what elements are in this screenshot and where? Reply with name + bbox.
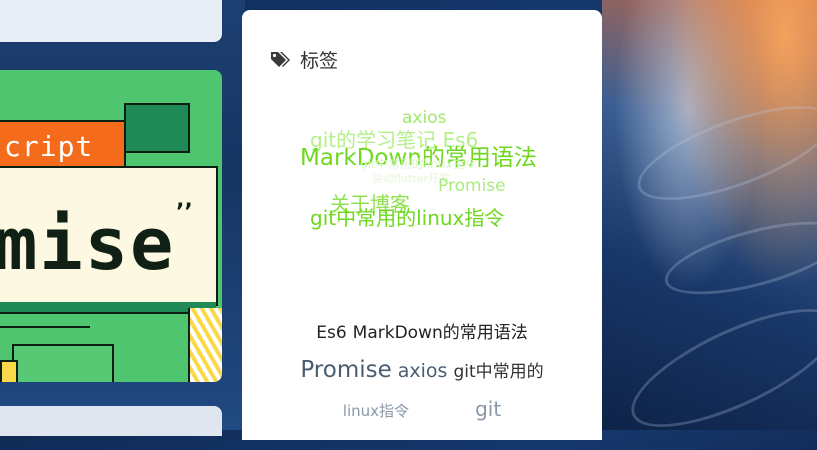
tag-panel: 标签 axios git的学习笔记 Es6 MarkDown的常用语法 git中…: [242, 10, 602, 440]
thumbnail-badge-text: cript: [4, 130, 94, 163]
post-card-top[interactable]: [0, 0, 222, 42]
cloud-word[interactable]: Promise: [438, 176, 506, 196]
tag-row: Promise axios git中常用的: [242, 357, 602, 383]
thumbnail-decor-yellow: [0, 360, 18, 382]
thumbnail-decor-box: [12, 344, 114, 382]
tag-panel-header: 标签: [270, 46, 338, 73]
tag-panel-title: 标签: [300, 50, 339, 72]
thumbnail-decor-rect: [124, 103, 190, 153]
cloud-word[interactable]: git中常用的linux指令: [310, 202, 504, 231]
thumbnail-title-box: mise ’’: [0, 166, 218, 306]
tag-row: linux指令 git: [242, 397, 602, 421]
tag-cloud: axios git的学习笔记 Es6 MarkDown的常用语法 git中常用的…: [242, 100, 602, 240]
background-right: [602, 0, 817, 450]
thumbnail-decor-sunburst: [188, 308, 222, 382]
tag-link[interactable]: Es6: [316, 323, 346, 343]
post-card-bottom[interactable]: [0, 406, 222, 436]
tag-row: Es6 MarkDown的常用语法: [242, 318, 602, 343]
tag-list: Es6 MarkDown的常用语法 Promise axios git中常用的 …: [242, 318, 602, 421]
tag-link[interactable]: git中常用的: [453, 357, 543, 382]
tag-link[interactable]: MarkDown的常用语法: [353, 318, 528, 343]
thumbnail-decor-line: [0, 326, 90, 328]
tag-link[interactable]: Promise: [300, 357, 391, 383]
thumbnail-title-mark: ’’: [176, 200, 193, 225]
tags-icon: [271, 51, 290, 67]
thumbnail-badge: cript: [0, 120, 126, 170]
tag-link[interactable]: linux指令: [343, 400, 409, 421]
thumbnail-title: mise: [0, 202, 176, 286]
tag-link[interactable]: git: [475, 397, 501, 421]
tag-link[interactable]: axios: [398, 360, 448, 382]
post-thumbnail[interactable]: cript mise ’’: [0, 70, 222, 382]
thumbnail-decor-bar: [0, 302, 216, 314]
